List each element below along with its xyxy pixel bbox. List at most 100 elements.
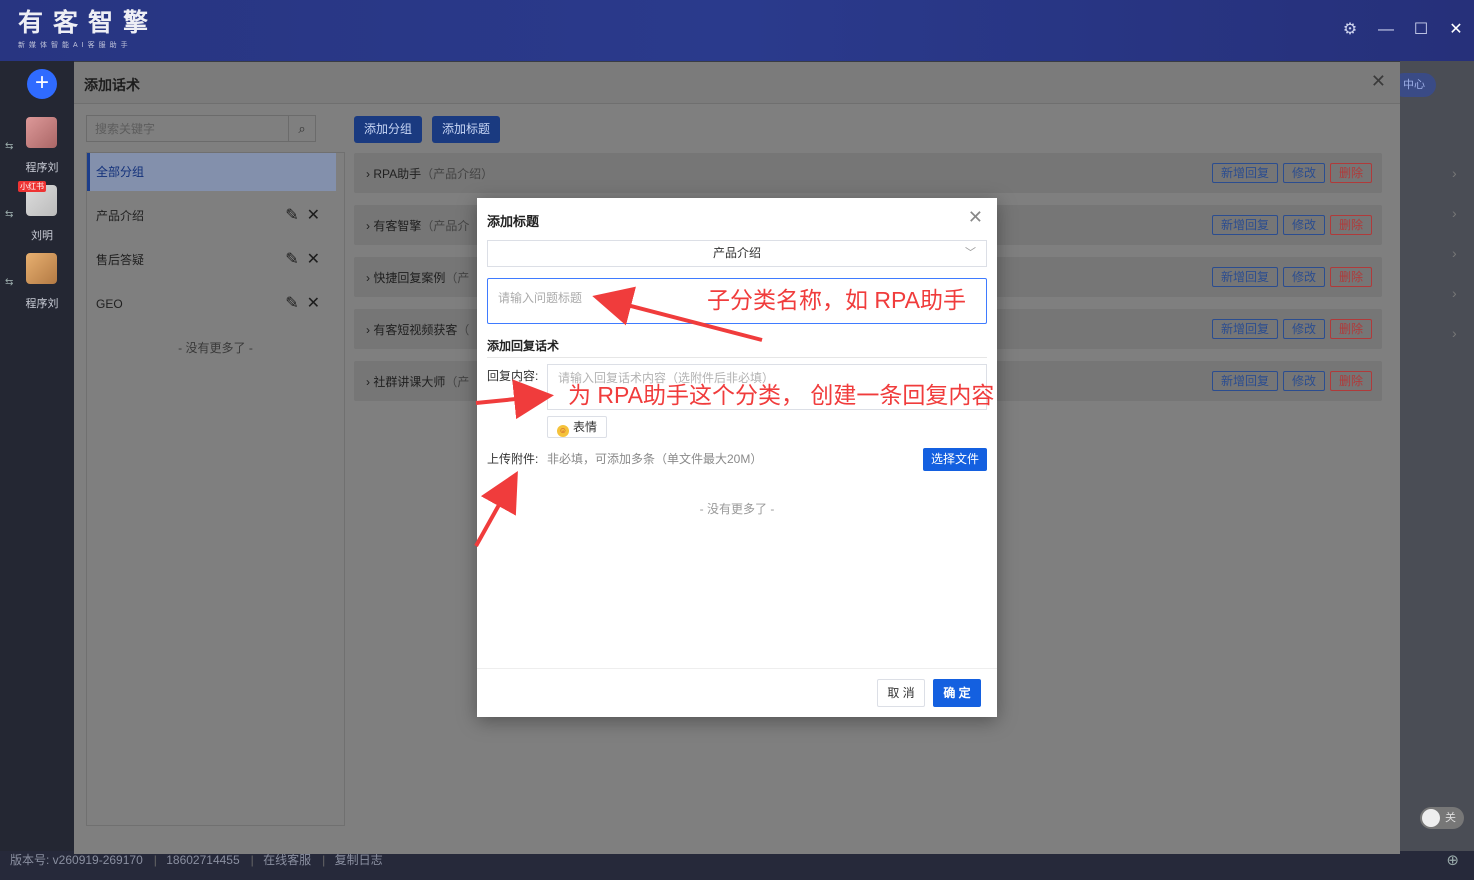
add-reply-button[interactable]: 新增回复 (1211, 371, 1278, 391)
search-icon[interactable]: ⌕ (288, 116, 315, 141)
close-icon[interactable]: ✕ (1446, 20, 1466, 40)
chevron-right-icon[interactable]: › (1452, 245, 1457, 261)
group-label: 产品介绍 (96, 209, 145, 223)
no-more-text: - 没有更多了 - (178, 341, 253, 355)
chevron-right-icon[interactable]: › (366, 271, 370, 285)
edit-icon[interactable]: ✎ (285, 207, 306, 224)
close-icon[interactable]: ✕ (968, 207, 983, 228)
settings-icon[interactable]: ⚙ (1340, 20, 1360, 40)
brand-tagline: 新媒体智能AI客服助手 (18, 42, 132, 49)
status-bar: 版本号: v260919-269170 | 18602714455 | 在线客服 | … (0, 851, 1474, 880)
avatar (26, 117, 57, 148)
edit-button[interactable]: 修改 (1282, 319, 1325, 339)
annotation-note: 子分类名称，如 RPA助手 (707, 287, 966, 313)
row-category: （产 (445, 375, 470, 389)
emoji-label: 表情 (572, 420, 597, 434)
group-label: 售后答疑 (96, 253, 145, 267)
group-label: GEO (96, 297, 123, 311)
close-icon[interactable]: ✕ (1371, 71, 1386, 92)
add-title-button[interactable]: 添加标题 (432, 116, 501, 143)
confirm-button[interactable]: 确 定 (933, 679, 981, 707)
globe-icon[interactable]: ⊕ (1446, 851, 1459, 870)
account-item[interactable]: 小红书 ⇆ 刘明 (0, 179, 74, 245)
chevron-right-icon[interactable]: › (366, 167, 370, 181)
group-label: 全部分组 (96, 165, 145, 179)
copy-log-link[interactable]: 复制日志 (335, 853, 383, 867)
group-item[interactable]: 产品介绍 ✎✕ (87, 197, 344, 241)
modal-footer: 取 消 确 定 (477, 668, 997, 717)
version-text: 版本号: v260919-269170 (10, 853, 143, 867)
cancel-button[interactable]: 取 消 (877, 679, 925, 707)
switch-toggle[interactable]: 关 (1420, 807, 1464, 829)
chevron-right-icon[interactable]: › (1452, 205, 1457, 221)
add-reply-button[interactable]: 新增回复 (1211, 267, 1278, 287)
account-sidebar: + ⇆ 程序刘 小红书 ⇆ 刘明 ⇆ 程序刘 (0, 61, 74, 851)
chevron-down-icon: ﹀ (965, 247, 976, 259)
swap-icon[interactable]: ⇆ (5, 209, 13, 220)
add-reply-button[interactable]: 新增回复 (1211, 163, 1278, 183)
row-category: （ (457, 323, 470, 337)
online-service-link[interactable]: 在线客服 (263, 853, 311, 867)
swap-icon[interactable]: ⇆ (5, 277, 13, 288)
background-panel: 中心 › › › › › 关 (1392, 61, 1474, 851)
delete-button[interactable]: 删除 (1329, 163, 1372, 183)
group-item[interactable]: 售后答疑 ✎✕ (87, 241, 344, 285)
delete-button[interactable]: 删除 (1329, 371, 1372, 391)
account-name: 程序刘 (25, 162, 59, 174)
avatar (26, 253, 57, 284)
edit-icon[interactable]: ✎ (285, 251, 306, 268)
delete-button[interactable]: 删除 (1329, 319, 1372, 339)
chevron-right-icon[interactable]: › (366, 323, 370, 337)
phone-text: 18602714455 (166, 853, 240, 867)
row-category: （产 (445, 271, 470, 285)
reply-label: 回复内容: (487, 369, 539, 383)
chevron-right-icon[interactable]: › (1452, 285, 1457, 301)
choose-file-button[interactable]: 选择文件 (923, 448, 987, 471)
search-input[interactable] (87, 116, 287, 141)
delete-button[interactable]: 删除 (1329, 267, 1372, 287)
row-title: RPA助手 (373, 167, 422, 181)
title-row[interactable]: › RPA助手（产品介绍） 新增回复 修改 删除 (354, 153, 1382, 193)
edit-button[interactable]: 修改 (1282, 371, 1325, 391)
account-item[interactable]: ⇆ 程序刘 (0, 111, 74, 177)
delete-icon[interactable]: ✕ (307, 251, 328, 268)
title-bar: 有客智擎 新媒体智能AI客服助手 ⚙ — ☐ ✕ (0, 0, 1474, 61)
search-box: ⌕ (86, 115, 316, 142)
annotation-note: 为 RPA助手这个分类， 创建一条回复内容 (568, 382, 995, 408)
edit-button[interactable]: 修改 (1282, 267, 1325, 287)
delete-icon[interactable]: ✕ (307, 207, 328, 224)
category-value: 产品介绍 (712, 246, 761, 260)
edit-button[interactable]: 修改 (1282, 215, 1325, 235)
account-item[interactable]: ⇆ 程序刘 (0, 247, 74, 313)
chevron-right-icon[interactable]: › (366, 219, 370, 233)
add-reply-button[interactable]: 新增回复 (1211, 215, 1278, 235)
group-list: 全部分组 产品介绍 ✎✕ 售后答疑 ✎✕ GEO ✎✕ - 没有更多了 - (86, 152, 345, 826)
minimize-icon[interactable]: — (1376, 20, 1396, 40)
section-heading: 添加回复话术 (487, 337, 987, 358)
delete-button[interactable]: 删除 (1329, 215, 1372, 235)
group-item[interactable]: GEO ✎✕ (87, 285, 344, 329)
row-title: 社群讲课大师 (373, 375, 446, 389)
maximize-icon[interactable]: ☐ (1411, 20, 1431, 40)
group-item-all[interactable]: 全部分组 (87, 153, 336, 191)
category-select[interactable]: 产品介绍 ﹀ (487, 240, 987, 267)
row-title: 有客短视频获客 (373, 323, 458, 337)
emoji-button[interactable]: ☺ 表情 (547, 416, 607, 438)
account-name: 程序刘 (25, 298, 59, 310)
add-reply-button[interactable]: 新增回复 (1211, 319, 1278, 339)
brand-logo: 有客智擎 新媒体智能AI客服助手 (18, 8, 158, 50)
chevron-right-icon[interactable]: › (1452, 325, 1457, 341)
edit-button[interactable]: 修改 (1282, 163, 1325, 183)
add-account-button[interactable]: + (27, 69, 57, 99)
edit-icon[interactable]: ✎ (285, 295, 306, 312)
chevron-right-icon[interactable]: › (366, 375, 370, 389)
dialog-header: 添加话术 ✕ (74, 62, 1400, 104)
swap-icon[interactable]: ⇆ (5, 141, 13, 152)
brand-name: 有客智擎 (18, 9, 159, 37)
add-group-button[interactable]: 添加分组 (354, 116, 423, 143)
attach-hint: 非必填，可添加多条（单文件最大20M） (547, 452, 763, 466)
row-category: （产品介绍） (421, 167, 494, 181)
chevron-right-icon[interactable]: › (1452, 165, 1457, 181)
attach-label: 上传附件: (487, 452, 539, 466)
delete-icon[interactable]: ✕ (307, 295, 328, 312)
